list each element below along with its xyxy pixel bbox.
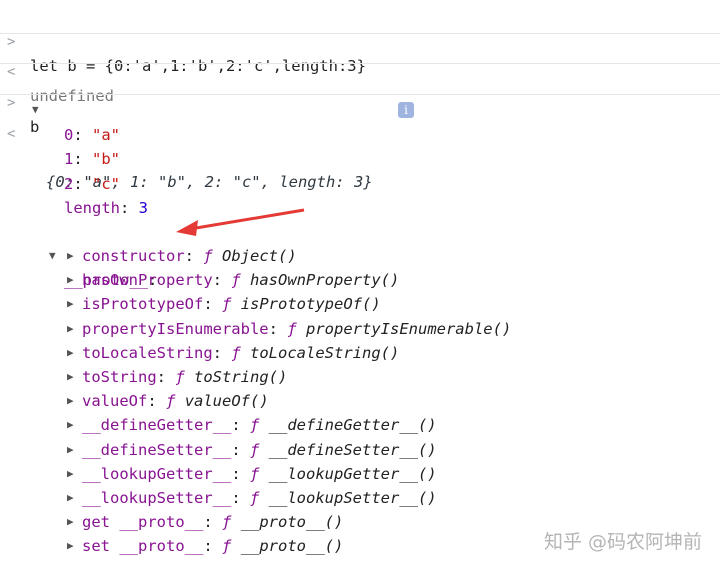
proto-item-row[interactable]: ▶ hasOwnProperty: ƒ hasOwnProperty() (0, 268, 720, 292)
collapsed-triangle-icon[interactable]: ▶ (67, 486, 74, 510)
proto-item-row[interactable]: ▶ isPrototypeOf: ƒ isPrototypeOf() (0, 292, 720, 316)
property-value: "b" (92, 150, 121, 168)
function-name: hasOwnProperty() (250, 271, 400, 290)
proto-item-row[interactable]: ▶ __lookupSetter__: ƒ __lookupSetter__() (0, 486, 720, 510)
proto-item-row[interactable]: ▶ toLocaleString: ƒ toLocaleString() (0, 341, 720, 365)
proto-item-row[interactable]: ▶ __defineSetter__: ƒ __defineSetter__() (0, 438, 720, 462)
function-icon: ƒ (231, 343, 241, 362)
proto-item-row[interactable]: ▶ propertyIsEnumerable: ƒ propertyIsEnume… (0, 317, 720, 341)
property-value: "c" (92, 175, 121, 193)
collapsed-triangle-icon[interactable]: ▶ (67, 462, 74, 486)
property-key: 1 (64, 150, 74, 168)
proto-item-row[interactable]: ▶ toString: ƒ toString() (0, 365, 720, 389)
property-row: 0: "a" (64, 126, 121, 144)
property-value: "a" (92, 126, 121, 144)
proto-item-key: toLocaleString (82, 343, 213, 362)
property-row: 2: "c" (64, 175, 121, 193)
function-icon: ƒ (166, 392, 176, 411)
property-key: 2 (64, 175, 74, 193)
function-icon: ƒ (287, 319, 297, 338)
collapsed-triangle-icon[interactable]: ▶ (67, 365, 74, 389)
function-name: Object() (222, 247, 297, 265)
function-icon: ƒ (249, 489, 260, 507)
collapsed-triangle-icon[interactable]: ▶ (67, 534, 74, 558)
collapsed-triangle-icon[interactable]: ▶ (67, 244, 74, 268)
collapsed-triangle-icon[interactable]: ▶ (67, 389, 74, 413)
proto-item-key: set __proto__ (82, 537, 204, 556)
proto-item-row[interactable]: ▶ valueOf: ƒ valueOf() (0, 389, 720, 413)
separator (0, 33, 720, 34)
function-icon: ƒ (231, 271, 241, 290)
function-name: toString() (194, 368, 288, 386)
function-icon: ƒ (222, 513, 232, 532)
console-input-line-2[interactable]: > b (0, 67, 720, 136)
function-icon: ƒ (249, 464, 260, 483)
proto-item-row[interactable]: ▶ __defineGetter__: ƒ __defineGetter__() (0, 413, 720, 437)
function-name: __lookupSetter__() (268, 489, 437, 507)
proto-item-key: __lookupSetter__ (82, 489, 232, 507)
collapsed-triangle-icon[interactable]: ▶ (67, 268, 74, 292)
function-icon: ƒ (222, 295, 232, 314)
function-name: propertyIsEnumerable() (306, 319, 512, 338)
collapsed-triangle-icon[interactable]: ▶ (67, 341, 74, 365)
info-icon[interactable]: i (398, 102, 414, 118)
proto-item-key: get __proto__ (82, 513, 204, 532)
function-name: __defineSetter__() (268, 440, 437, 459)
collapsed-triangle-icon[interactable]: ▶ (67, 510, 74, 534)
function-name: __proto__() (240, 537, 344, 556)
proto-row[interactable]: ▼ __proto__: (0, 220, 720, 289)
proto-item-key: propertyIsEnumerable (82, 319, 269, 338)
proto-item-key: hasOwnProperty (82, 271, 213, 290)
function-name: __defineGetter__() (268, 416, 437, 435)
watermark: 知乎 @码农阿坤前 (543, 531, 702, 553)
function-name: isPrototypeOf() (240, 295, 381, 314)
collapsed-triangle-icon[interactable]: ▶ (67, 292, 74, 316)
function-icon: ƒ (222, 537, 232, 556)
proto-item-key: __defineGetter__ (82, 416, 232, 435)
console-input-line-1[interactable]: > let b = {0:'a',1:'b',2:'c',length:3} (0, 6, 720, 75)
property-row: length: 3 (64, 199, 149, 217)
property-key: length (64, 199, 120, 217)
proto-item-row[interactable]: ▶ __lookupGetter__: ƒ __lookupGetter__() (0, 462, 720, 486)
function-icon: ƒ (249, 416, 260, 435)
property-row: 1: "b" (64, 150, 121, 168)
function-icon: ƒ (203, 247, 213, 265)
proto-item-key: valueOf (82, 392, 148, 411)
property-key: 0 (64, 126, 74, 144)
function-name: toLocaleString() (250, 343, 400, 362)
collapsed-triangle-icon[interactable]: ▶ (67, 438, 74, 462)
proto-item-key: isPrototypeOf (82, 295, 204, 314)
console-output-line-1: < undefined (0, 36, 720, 105)
function-icon: ƒ (249, 440, 260, 459)
property-value: 3 (138, 199, 149, 217)
collapsed-triangle-icon[interactable]: ▶ (67, 317, 74, 341)
function-name: valueOf() (184, 392, 269, 411)
proto-item-key: toString (82, 368, 157, 386)
collapsed-triangle-icon[interactable]: ▶ (67, 413, 74, 437)
function-icon: ƒ (175, 368, 185, 386)
object-preview-row[interactable]: < ▼ {0: "a", 1: "b", 2: "c", length: 3} … (0, 98, 720, 191)
proto-item-key: constructor (82, 247, 185, 265)
function-name: __proto__() (240, 513, 344, 532)
proto-item-key: __defineSetter__ (82, 440, 232, 459)
expanded-triangle-icon[interactable]: ▼ (32, 98, 39, 122)
proto-item-row[interactable]: ▶ constructor: ƒ Object() (0, 244, 720, 268)
function-name: __lookupGetter__() (268, 464, 437, 483)
proto-item-key: __lookupGetter__ (82, 464, 232, 483)
separator (0, 63, 720, 64)
separator (0, 94, 720, 95)
